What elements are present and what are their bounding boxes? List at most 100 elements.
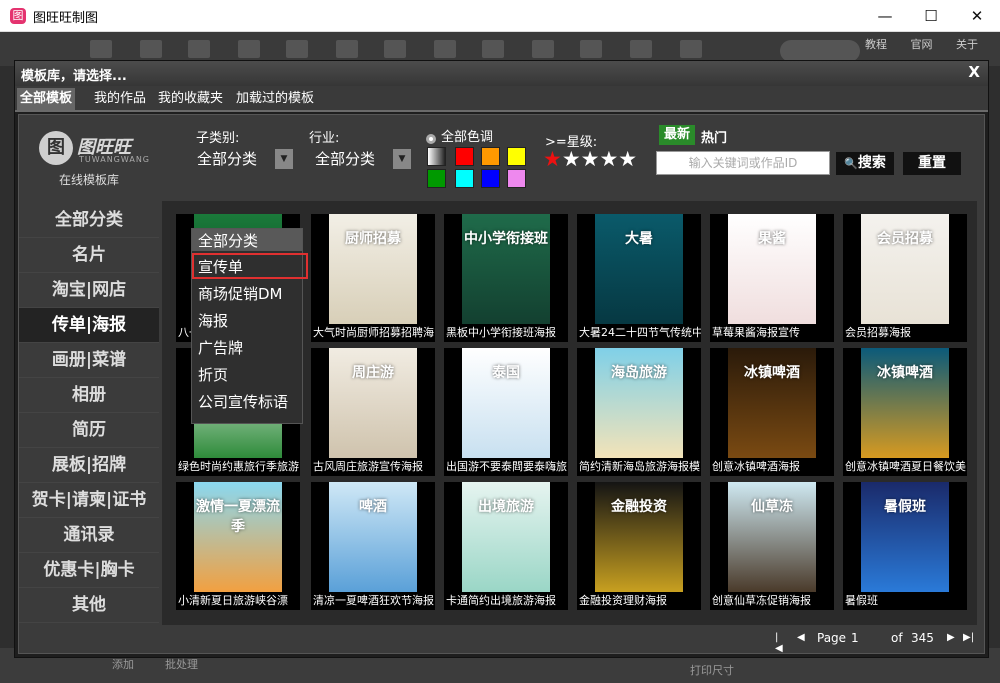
reset-button[interactable]: 重置 <box>903 152 961 175</box>
template-card[interactable]: 冰镇啤酒 创意冰镇啤酒夏日餐饮美 <box>843 348 967 476</box>
color-swatch-cyan[interactable] <box>455 169 474 188</box>
settings-icon[interactable] <box>630 40 652 58</box>
first-page-button[interactable]: |◀ <box>775 632 783 654</box>
upload-icon[interactable] <box>336 40 358 58</box>
dropdown-item-all[interactable]: 全部分类 <box>198 230 258 251</box>
camera-icon[interactable] <box>286 40 308 58</box>
page-label: Page <box>817 631 847 645</box>
template-card[interactable]: 大暑 大暑24二十四节气传统中 <box>577 214 701 342</box>
sort-newest-button[interactable]: 最新 <box>659 125 695 145</box>
all-colors-radio[interactable] <box>426 134 436 144</box>
app-icon: 图 <box>10 8 26 24</box>
template-card[interactable]: 仙草冻 创意仙草冻促销海报 <box>710 482 834 610</box>
category-greeting-card[interactable]: 贺卡|请柬|证书 <box>19 483 159 518</box>
top-link-tutorial[interactable]: 教程 <box>865 38 887 51</box>
star-icons[interactable]: ★★★★ <box>562 147 637 171</box>
tab-favorites[interactable]: 我的收藏夹 <box>155 88 226 110</box>
add-button[interactable]: 添加 <box>112 656 134 672</box>
page-number-input[interactable]: 1 <box>851 631 859 645</box>
template-card[interactable]: 海岛旅游 简约清新海岛旅游海报模 <box>577 348 701 476</box>
template-card[interactable]: 厨师招募 大气时尚厨师招募招聘海 <box>311 214 435 342</box>
category-flyer-poster[interactable]: 传单|海报 <box>19 308 159 343</box>
undo-icon[interactable] <box>384 40 406 58</box>
category-other[interactable]: 其他 <box>19 588 159 623</box>
template-card[interactable]: 中小学衔接班 黑板中小学衔接班海报 <box>444 214 568 342</box>
tab-loaded-templates[interactable]: 加载过的模板 <box>233 88 317 110</box>
maximize-button[interactable]: ☐ <box>908 0 954 32</box>
dialog-close-button[interactable]: X <box>968 63 980 81</box>
color-swatch-orange[interactable] <box>481 147 500 166</box>
template-card[interactable]: 金融投资 金融投资理财海报 <box>577 482 701 610</box>
template-caption: 卡通简约出境旅游海报 <box>444 592 568 610</box>
category-directory[interactable]: 通讯录 <box>19 518 159 553</box>
cut-icon[interactable] <box>482 40 504 58</box>
template-card[interactable]: 出境旅游 卡通简约出境旅游海报 <box>444 482 568 610</box>
prev-page-button[interactable]: ◀ <box>797 632 805 643</box>
dialog-titlebar: 模板库，请选择... X <box>15 61 988 86</box>
search-icon: 🔍 <box>844 157 858 170</box>
search-input[interactable]: 输入关键词或作品ID <box>656 151 830 175</box>
template-card[interactable]: 周庄游 古风周庄旅游宣传海报 <box>311 348 435 476</box>
subcategory-select[interactable]: 全部分类 ▼ <box>191 147 293 171</box>
crop-icon[interactable] <box>532 40 554 58</box>
category-taobao-shop[interactable]: 淘宝|网店 <box>19 273 159 308</box>
folder-icon[interactable] <box>140 40 162 58</box>
template-card[interactable]: 啤酒 清凉一夏啤酒狂欢节海报 <box>311 482 435 610</box>
category-coupon-badge[interactable]: 优惠卡|胸卡 <box>19 553 159 588</box>
search-button[interactable]: 🔍搜索 <box>836 152 894 175</box>
template-poster-title: 果酱 <box>758 231 786 247</box>
top-link-website[interactable]: 官网 <box>911 38 933 51</box>
next-page-button[interactable]: ▶ <box>947 632 955 643</box>
category-brochure-menu[interactable]: 画册|菜谱 <box>19 343 159 378</box>
template-caption: 创意仙草冻促销海报 <box>710 592 834 610</box>
category-resume[interactable]: 简历 <box>19 413 159 448</box>
template-card[interactable]: 果酱 草莓果酱海报宣传 <box>710 214 834 342</box>
category-album[interactable]: 相册 <box>19 378 159 413</box>
dropdown-item-company-slogan[interactable]: 公司宣传标语 <box>198 391 288 412</box>
top-link-about[interactable]: 关于 <box>956 38 978 51</box>
last-page-button[interactable]: ▶| <box>963 632 974 643</box>
dropdown-item-flyer[interactable]: 宣传单 <box>198 256 243 277</box>
color-swatch-pink[interactable] <box>507 169 526 188</box>
dropdown-item-billboard[interactable]: 广告牌 <box>198 337 243 358</box>
save-icon[interactable] <box>188 40 210 58</box>
chevron-down-icon[interactable]: ▼ <box>275 149 293 169</box>
category-display-sign[interactable]: 展板|招牌 <box>19 448 159 483</box>
category-all[interactable]: 全部分类 <box>19 203 159 238</box>
industry-select[interactable]: 全部分类 ▼ <box>309 147 411 171</box>
star-icon[interactable]: ★ <box>543 147 562 171</box>
template-card[interactable]: 暑假班 暑假班 <box>843 482 967 610</box>
category-nav: 全部分类 名片 淘宝|网店 传单|海报 画册|菜谱 相册 简历 展板|招牌 贺卡… <box>19 203 159 623</box>
batch-button[interactable]: 批处理 <box>165 656 198 672</box>
color-swatch-gray[interactable] <box>427 147 446 166</box>
bell-icon[interactable] <box>680 40 702 58</box>
dropdown-item-leaflet[interactable]: 折页 <box>198 364 228 385</box>
chevron-down-icon[interactable]: ▼ <box>393 149 411 169</box>
template-card[interactable]: 冰镇啤酒 创意冰镇啤酒海报 <box>710 348 834 476</box>
color-swatch-yellow[interactable] <box>507 147 526 166</box>
star-rating-selector[interactable]: ★★★★★ <box>543 147 637 171</box>
minimize-button[interactable]: — <box>862 0 908 32</box>
template-poster-title: 会员招募 <box>877 231 933 247</box>
brand-name-en: TUWANGWANG <box>79 155 150 164</box>
template-caption: 古风周庄旅游宣传海报 <box>311 458 435 476</box>
redo-icon[interactable] <box>434 40 456 58</box>
file-icon[interactable] <box>90 40 112 58</box>
template-poster-title: 厨师招募 <box>345 231 401 247</box>
template-card[interactable]: 泰国 出国游不要泰閰要泰嗨旅 <box>444 348 568 476</box>
tab-all-templates[interactable]: 全部模板 <box>17 88 76 110</box>
color-swatch-red[interactable] <box>455 147 474 166</box>
template-card[interactable]: 会员招募 会员招募海报 <box>843 214 967 342</box>
tab-my-works[interactable]: 我的作品 <box>91 88 149 110</box>
dropdown-item-poster[interactable]: 海报 <box>198 310 228 331</box>
close-button[interactable]: ✕ <box>954 0 1000 32</box>
template-card[interactable]: 激情一夏漂流季 小清新夏日旅游峡谷漂 <box>176 482 300 610</box>
sort-hot-button[interactable]: 热门 <box>701 127 727 146</box>
frame-icon[interactable] <box>580 40 602 58</box>
dropdown-item-mall-dm[interactable]: 商场促销DM <box>198 283 283 304</box>
print-icon[interactable] <box>238 40 260 58</box>
color-swatch-blue[interactable] <box>481 169 500 188</box>
color-swatch-green[interactable] <box>427 169 446 188</box>
category-business-card[interactable]: 名片 <box>19 238 159 273</box>
template-poster-title: 海岛旅游 <box>611 365 667 381</box>
